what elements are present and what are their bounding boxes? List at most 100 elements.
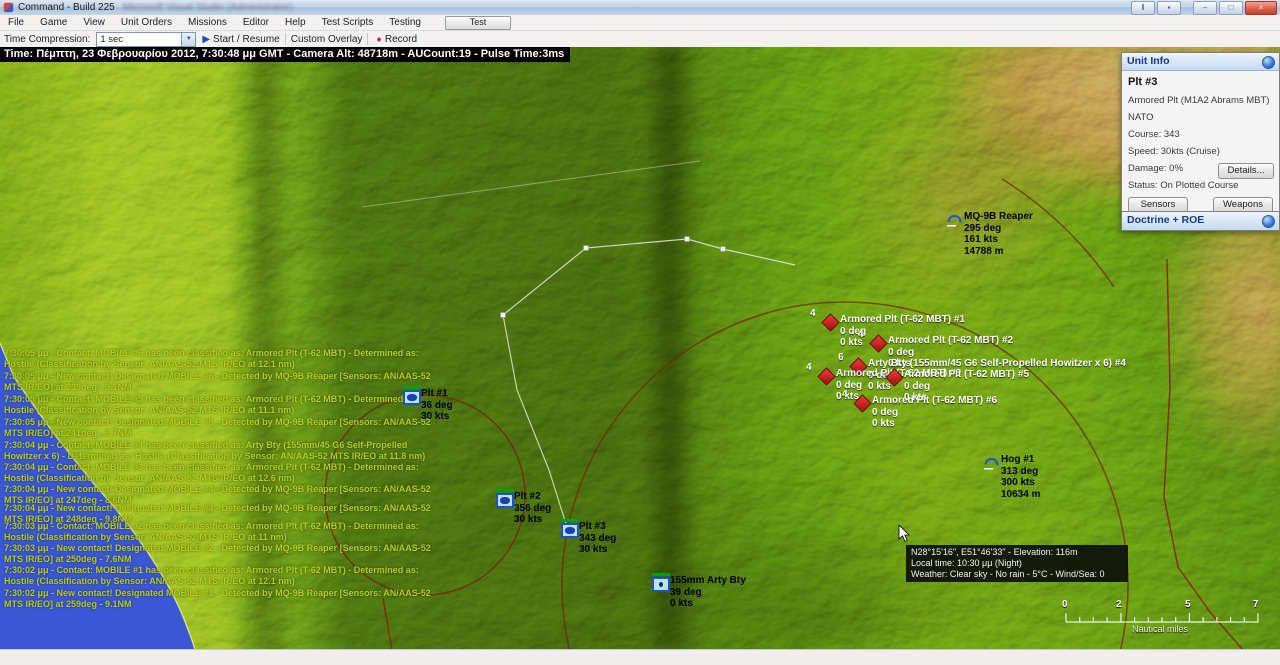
armor-unit-icon[interactable] xyxy=(403,390,421,405)
minimize-button[interactable]: – xyxy=(1193,1,1217,15)
titlebar-extra-button-2[interactable]: ▪ xyxy=(1157,1,1181,15)
aircraft-icon[interactable] xyxy=(983,456,999,470)
unit-info-panel: Unit Info Plt #3 Armored Plt (M1A2 Abram… xyxy=(1121,52,1280,231)
doctrine-roe-title: Doctrine + ROE xyxy=(1127,214,1204,226)
unit-info-header[interactable]: Unit Info xyxy=(1122,53,1279,71)
log-entry: 7:30:05 μμ - Contact: MOBILE #5 has been… xyxy=(4,394,441,415)
health-bar xyxy=(403,386,421,389)
record-icon: ● xyxy=(376,34,381,44)
unit-label: Plt #1 36 deg 30 kts xyxy=(421,388,453,423)
start-resume-button[interactable]: Start / Resume xyxy=(213,34,280,45)
menu-testing[interactable]: Testing xyxy=(381,15,429,30)
panel-pin-icon[interactable] xyxy=(1262,56,1275,69)
time-compression-select[interactable]: 1 sec ▼ xyxy=(96,32,196,47)
menu-test-scripts[interactable]: Test Scripts xyxy=(314,15,382,30)
mouse-cursor-icon xyxy=(898,525,911,543)
scale-bar-ticks xyxy=(1066,613,1258,622)
menu-view[interactable]: View xyxy=(75,15,113,30)
time-compression-label: Time Compression: xyxy=(4,34,90,45)
scale-caption: Nautical miles xyxy=(1100,624,1220,634)
background-window-title: Microsoft Visual Studio (Administrator) xyxy=(123,2,293,13)
cursor-info-box: N28°15'16", E51°46'33" - Elevation: 116m… xyxy=(906,545,1128,582)
test-button[interactable]: Test xyxy=(445,16,511,30)
map-viewport[interactable]: Time: Πέμπτη, 23 Φεβρουαρίου 2012, 7:30:… xyxy=(0,47,1280,650)
titlebar-gap xyxy=(1183,1,1191,15)
scale-label: 0 xyxy=(1062,599,1068,610)
strength-count: 4 xyxy=(842,389,848,400)
log-entry: 7:30:03 μμ - Contact: MOBILE #2 has been… xyxy=(4,521,441,542)
health-bar xyxy=(652,573,670,576)
status-strip xyxy=(0,649,1280,665)
chevron-down-icon[interactable]: ▼ xyxy=(181,33,195,46)
menu-editor[interactable]: Editor xyxy=(235,15,277,30)
record-button[interactable]: Record xyxy=(385,34,417,45)
contact-label: Armored Plt (T-62 MBT) #6 0 deg 0 kts xyxy=(872,395,997,430)
titlebar-extra-button-1[interactable]: ‖ xyxy=(1131,1,1155,15)
menu-bar: File Game View Unit Orders Missions Edit… xyxy=(0,15,1280,31)
local-time: Local time: 10:30 μμ (Night) xyxy=(911,558,1123,569)
strength-count: 4 xyxy=(806,362,812,373)
title-bar: Command - Build 225 Microsoft Visual Stu… xyxy=(0,0,1280,16)
log-entry: 7:30:04 μμ - Contact: MOBILE #3 has been… xyxy=(4,462,441,483)
scale-label: 7 xyxy=(1253,599,1259,610)
waypoint xyxy=(501,313,506,318)
scale-label: 5 xyxy=(1185,599,1191,610)
log-entry: 7:30:04 μμ - New contact! Designated MOB… xyxy=(4,484,441,505)
details-button[interactable]: Details... xyxy=(1218,163,1274,179)
toolbar: Time Compression: 1 sec ▼ ▶ Start / Resu… xyxy=(0,31,1280,48)
maximize-button[interactable]: □ xyxy=(1219,1,1243,15)
waypoint xyxy=(584,246,589,251)
menu-game[interactable]: Game xyxy=(32,15,75,30)
menu-missions[interactable]: Missions xyxy=(180,15,235,30)
boundary-line xyxy=(1164,259,1243,650)
weather: Weather: Clear sky - No rain - 5°C - Win… xyxy=(911,569,1123,580)
unit-label: Plt #2 356 deg 30 kts xyxy=(514,491,551,526)
selected-unit-status: Status: On Plotted Course xyxy=(1128,180,1273,191)
waypoint xyxy=(721,247,726,252)
log-entry: 7:30:02 μμ - New contact! Designated MOB… xyxy=(4,588,441,609)
log-entry: 7:30:05 μμ - New contact! Designated MOB… xyxy=(4,417,441,438)
menu-file[interactable]: File xyxy=(0,15,32,30)
selected-unit-type: Armored Plt (M1A2 Abrams MBT) xyxy=(1128,95,1273,106)
selected-unit-speed: Speed: 30kts (Cruise) xyxy=(1128,146,1273,157)
log-entry: 7:30:03 μμ - New contact! Designated MOB… xyxy=(4,543,441,564)
log-entry: 7:30:05 μμ - New contact! Designated MOB… xyxy=(4,371,441,392)
health-bar xyxy=(496,489,514,492)
time-compression-value: 1 sec xyxy=(97,34,181,45)
menu-unit-orders[interactable]: Unit Orders xyxy=(113,15,180,30)
toolbar-separator xyxy=(367,33,368,45)
play-icon: ▶ xyxy=(202,34,210,45)
panel-pin-icon[interactable] xyxy=(1262,215,1275,228)
toolbar-separator xyxy=(285,33,286,45)
window-title: Command - Build 225 xyxy=(18,2,115,13)
unit-label: Plt #3 343 deg 30 kts xyxy=(579,521,616,556)
sim-time-readout: Time: Πέμπτη, 23 Φεβρουαρίου 2012, 7:30:… xyxy=(0,47,570,62)
cursor-position: N28°15'16", E51°46'33" - Elevation: 116m xyxy=(911,547,1123,558)
range-ring xyxy=(562,302,1128,650)
custom-overlay-button[interactable]: Custom Overlay xyxy=(291,34,363,45)
close-button[interactable]: × xyxy=(1245,1,1277,15)
log-entry: 7:30:02 μμ - Contact: MOBILE #1 has been… xyxy=(4,565,441,586)
selected-unit-side: NATO xyxy=(1128,112,1273,123)
health-bar xyxy=(561,519,579,522)
waypoint xyxy=(685,237,690,242)
unit-label: 155mm Arty Bty 39 deg 0 kts xyxy=(670,575,746,610)
unit-label: MQ-9B Reaper 295 deg 161 kts 14788 m xyxy=(964,211,1033,257)
armor-unit-icon[interactable] xyxy=(561,523,579,538)
log-entry: 7:30:05 μμ - Contact: MOBILE #6 has been… xyxy=(4,348,441,369)
strength-count: 6 xyxy=(838,352,844,363)
plotted-course xyxy=(503,239,795,315)
reference-line xyxy=(362,161,700,207)
selected-unit-course: Course: 343 xyxy=(1128,129,1273,140)
unit-label: Hog #1 313 deg 300 kts 10634 m xyxy=(1001,454,1040,500)
strength-count: 4 xyxy=(810,308,816,319)
menu-help[interactable]: Help xyxy=(277,15,314,30)
aircraft-icon[interactable] xyxy=(946,213,962,227)
armor-unit-icon[interactable] xyxy=(496,493,514,508)
scale-label: 2 xyxy=(1116,599,1122,610)
strength-count: 4 xyxy=(858,329,864,340)
unit-info-title: Unit Info xyxy=(1127,55,1170,67)
artillery-unit-icon[interactable] xyxy=(652,577,670,592)
doctrine-roe-header[interactable]: Doctrine + ROE xyxy=(1121,211,1280,231)
app-icon xyxy=(4,3,13,12)
